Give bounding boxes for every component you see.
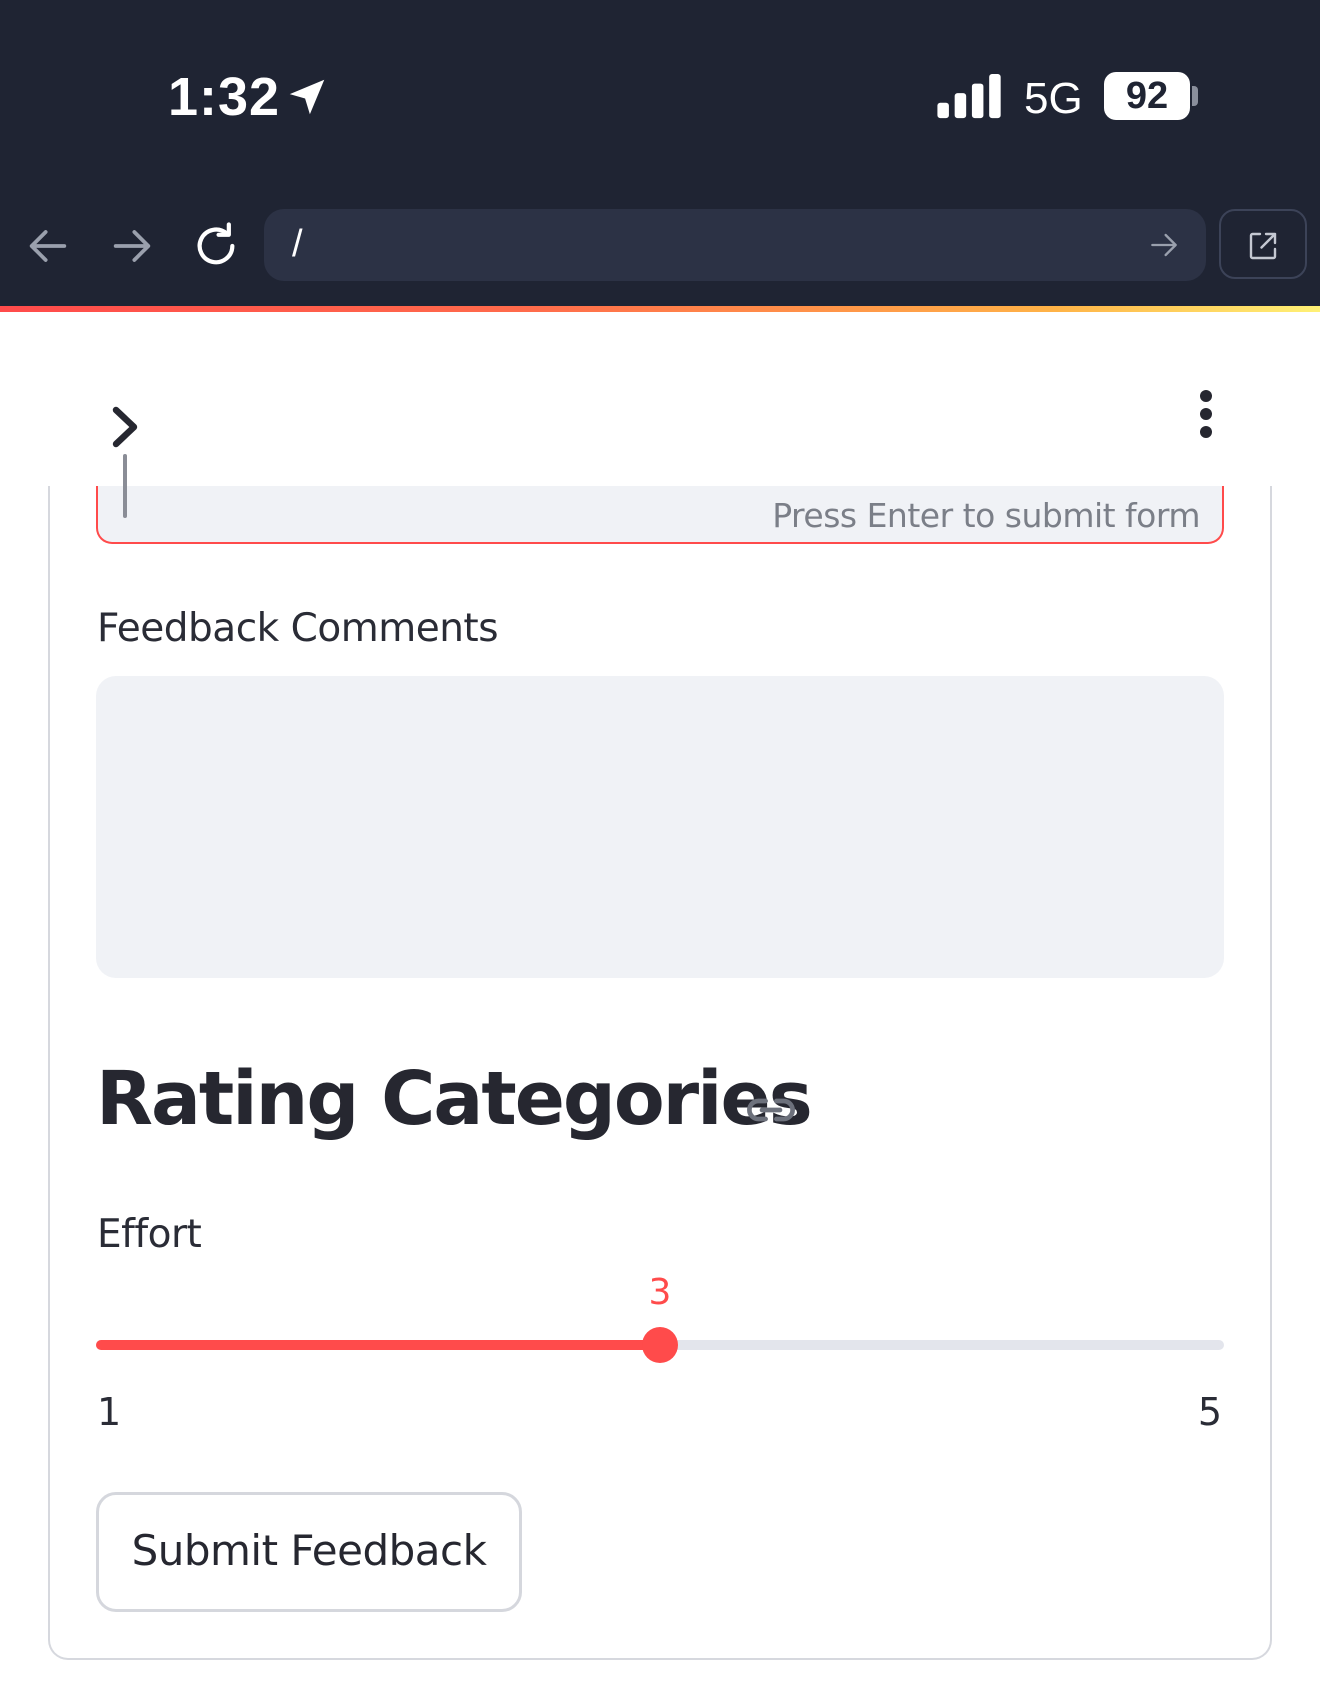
location-arrow-icon: [289, 79, 325, 115]
header-decoration-bar: [0, 306, 1320, 312]
effort-slider-label: Effort: [97, 1212, 202, 1257]
url-text: /: [292, 223, 303, 265]
arrow-left-icon: [29, 230, 67, 262]
arrow-right-icon: [113, 230, 151, 262]
back-button[interactable]: [20, 218, 76, 274]
app-screen: 1:32 5G 92 / Press Enter to submit form …: [0, 0, 1320, 1686]
text-input-field[interactable]: Press Enter to submit form: [96, 486, 1224, 544]
cellular-signal-icon: [937, 74, 1001, 119]
reload-icon: [197, 222, 235, 265]
feedback-comments-label: Feedback Comments: [97, 606, 499, 651]
go-arrow-icon[interactable]: [1144, 225, 1184, 265]
section-heading: Rating Categories: [96, 1056, 813, 1142]
browser-chrome: 1:32 5G 92 /: [0, 0, 1320, 306]
url-bar[interactable]: /: [264, 209, 1206, 281]
input-submit-hint: Press Enter to submit form: [772, 496, 1200, 535]
effort-slider-thumb[interactable]: [642, 1327, 678, 1363]
effort-slider-fill: [96, 1340, 660, 1350]
main-menu-button[interactable]: [1184, 388, 1228, 440]
link-icon: [747, 1098, 795, 1122]
effort-slider-value: 3: [648, 1272, 672, 1313]
open-external-button[interactable]: [1219, 209, 1307, 279]
effort-slider-max: 5: [1197, 1390, 1222, 1434]
battery-indicator: 92: [1104, 72, 1190, 120]
reload-button[interactable]: [188, 218, 244, 274]
network-type: 5G: [1024, 74, 1083, 123]
effort-slider-min: 1: [97, 1390, 122, 1434]
vertical-ellipsis-icon: [1200, 390, 1212, 438]
heading-anchor-link[interactable]: [744, 1088, 798, 1132]
sidebar-toggle-button[interactable]: [106, 400, 146, 454]
status-time: 1:32: [168, 67, 281, 127]
battery-level: 92: [1125, 75, 1169, 117]
submit-feedback-button[interactable]: Submit Feedback: [96, 1492, 522, 1612]
text-cursor: [123, 454, 127, 518]
external-link-icon: [1249, 232, 1277, 260]
feedback-comments-textarea[interactable]: [96, 676, 1224, 978]
forward-button[interactable]: [104, 218, 160, 274]
chevron-right-icon: [112, 406, 138, 448]
battery-nub: [1192, 86, 1198, 106]
